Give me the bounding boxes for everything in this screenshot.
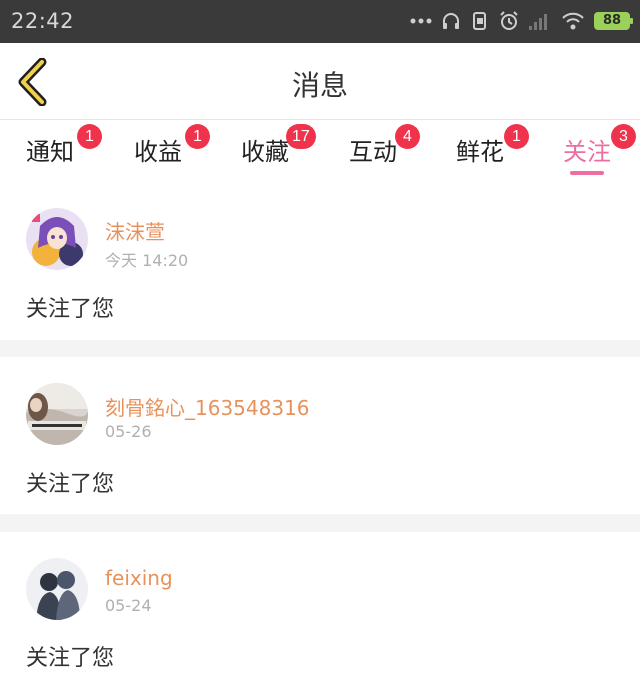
tab-earnings[interactable]: 收益 1 [134, 124, 210, 176]
active-tab-indicator [570, 171, 604, 175]
status-time: 22:42 [11, 9, 75, 33]
tab-interactions[interactable]: 互动 4 [349, 124, 420, 176]
tab-label: 通知 [26, 138, 74, 166]
battery-icon: 88 [594, 12, 633, 30]
user-name[interactable]: feixing [105, 566, 173, 590]
list-item[interactable]: 刻骨銘心_163548316 05-26 关注了您 [0, 357, 640, 514]
screen-rotate-icon [473, 12, 486, 30]
list-item[interactable]: 沫沫萱 今天 14:20 关注了您 [0, 180, 640, 340]
header: 消息 [0, 43, 640, 120]
wifi-icon [562, 12, 584, 30]
status-icons: 88 [410, 9, 633, 33]
unread-badge: 4 [395, 124, 420, 149]
tab-label: 收藏 [241, 138, 289, 166]
tab-label: 互动 [349, 138, 397, 166]
unread-badge: 17 [286, 124, 316, 149]
timestamp: 今天 14:20 [105, 251, 189, 270]
timestamp: 05-26 [105, 422, 152, 441]
page-title: 消息 [291, 69, 348, 102]
status-bar: 22:42 88 [0, 0, 640, 43]
avatar[interactable] [26, 208, 88, 270]
list-item[interactable]: feixing 05-24 关注了您 [0, 532, 640, 693]
tab-label: 鲜花 [456, 138, 504, 166]
headset-icon [443, 13, 459, 29]
tab-flowers[interactable]: 鲜花 1 [456, 124, 529, 176]
avatar[interactable] [26, 383, 88, 445]
message-text: 关注了您 [26, 472, 115, 497]
user-name[interactable]: 沫沫萱 [105, 216, 165, 245]
tab-label: 收益 [134, 138, 182, 166]
unread-badge: 1 [77, 124, 102, 149]
avatar[interactable] [26, 558, 88, 620]
dots-icon [410, 18, 432, 24]
message-text: 关注了您 [26, 646, 115, 671]
user-name[interactable]: 刻骨銘心_163548316 [105, 392, 310, 421]
signal-icon [529, 14, 547, 30]
tab-favorites[interactable]: 收藏 17 [241, 124, 316, 176]
tab-bar: 通知 1 收益 1 收藏 17 互动 4 鲜花 1 关注 3 [0, 120, 640, 180]
unread-badge: 3 [611, 124, 636, 149]
unread-badge: 1 [185, 124, 210, 149]
tab-label: 关注 [563, 138, 611, 166]
message-text: 关注了您 [26, 297, 115, 322]
alarm-icon [500, 11, 518, 30]
tab-notifications[interactable]: 通知 1 [26, 124, 102, 176]
timestamp: 05-24 [105, 596, 152, 615]
unread-badge: 1 [504, 124, 529, 149]
tab-follows[interactable]: 关注 3 [563, 124, 636, 176]
